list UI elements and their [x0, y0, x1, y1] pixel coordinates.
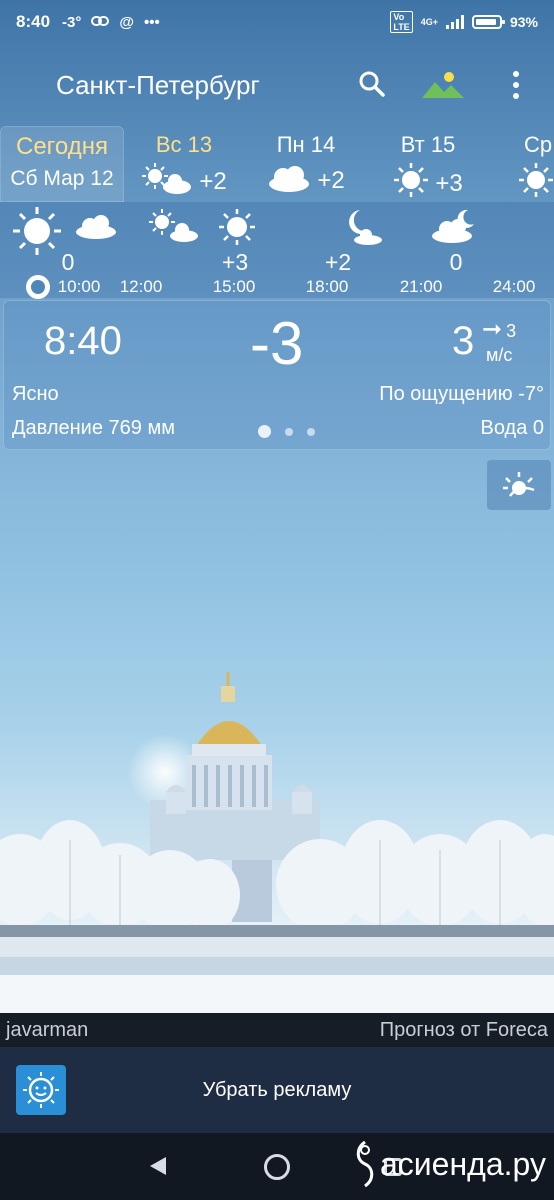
battery-level: 93%: [509, 14, 538, 30]
day-name: Пн 14: [276, 132, 336, 157]
signal-icon: [445, 15, 464, 29]
at-icon: @: [119, 13, 135, 31]
sun-icon: [218, 208, 256, 251]
status-temp: -3°: [62, 13, 82, 31]
day-name: Сегодня: [16, 133, 108, 160]
network-type: 4G+: [420, 17, 438, 27]
wind-gust: 3: [506, 321, 517, 341]
hourly-hour: 15:00: [212, 277, 256, 296]
sun-icon: [12, 206, 62, 261]
hourly-hour: 24:00: [492, 277, 536, 296]
condition-text: Ясно: [12, 383, 59, 405]
moon-cloud-icon: [430, 208, 478, 249]
volte-icon: Vo LTE: [390, 11, 413, 33]
hourly-temp: +2: [324, 249, 352, 275]
sun-cloud-icon: [148, 208, 200, 249]
day-name: Вт 15: [400, 132, 456, 157]
day-monday[interactable]: Пн 14 +2: [250, 126, 362, 202]
forecast-provider[interactable]: Прогноз от Foreca: [380, 1019, 548, 1042]
water-temp: Вода 0: [480, 417, 545, 439]
status-time: 8:40: [16, 12, 51, 31]
hourly-temp: 0: [449, 249, 463, 275]
hourly-hour: 12:00: [119, 277, 163, 296]
battery-icon: [471, 15, 505, 29]
day-wednesday[interactable]: Ср: [498, 126, 554, 202]
hourly-hour: 21:00: [399, 277, 443, 296]
remove-ads-bar[interactable]: Убрать рекламу: [0, 1047, 554, 1133]
app-bar: Санкт-Петербург: [0, 44, 554, 126]
search-icon[interactable]: [358, 70, 386, 98]
pressure: Давление 769 мм: [12, 417, 175, 439]
day-date: Сб Мар 12: [10, 167, 114, 190]
overflow-menu-icon[interactable]: [508, 68, 524, 102]
day-tuesday[interactable]: Вт 15 +3: [372, 126, 484, 202]
landscape-icon[interactable]: [422, 70, 464, 100]
sun-info-button[interactable]: [487, 460, 551, 510]
day-temp: +2: [317, 166, 345, 194]
hourly-hour: 18:00: [305, 277, 349, 296]
photo-credits-bar: javarman Прогноз от Foreca: [0, 1013, 554, 1047]
days-strip: Сегодня Сб Мар 12 Вс 13 +2 Пн 14 +2 Вт 1…: [0, 126, 554, 202]
current-time: 8:40: [44, 319, 122, 363]
current-temp: -3: [250, 310, 304, 377]
wind-unit: м/с: [486, 345, 513, 365]
home-icon[interactable]: [264, 1154, 290, 1180]
hourly-hour: 10:00: [57, 277, 101, 296]
current-time-marker: [26, 275, 50, 299]
watermark-logo-icon: [356, 1140, 374, 1188]
sun-cloud-icon: [141, 162, 193, 201]
back-icon[interactable]: [150, 1157, 166, 1175]
background-photo: [0, 640, 554, 1013]
site-watermark: асиенда.ру: [354, 1140, 546, 1188]
status-right: Vo LTE 4G+ 93%: [390, 11, 538, 33]
page-indicator: [258, 425, 315, 438]
photo-author[interactable]: javarman: [6, 1019, 88, 1042]
feels-like: По ощущению -7°: [379, 383, 544, 405]
status-bar: 8:40 -3° @ ••• Vo LTE 4G+ 93%: [0, 0, 554, 44]
wind-arrow-icon: ➞ 3: [482, 316, 517, 343]
sun-icon: [518, 162, 554, 205]
link-icon: [91, 14, 110, 31]
remove-ads-label[interactable]: Убрать рекламу: [0, 1079, 554, 1102]
watermark-text: асиенда.ру: [380, 1145, 546, 1182]
moon-cloud-icon: [340, 208, 384, 251]
hourly-temp: +3: [221, 249, 249, 275]
day-today[interactable]: Сегодня Сб Мар 12: [0, 126, 124, 202]
day-temp: +2: [199, 167, 227, 195]
sun-icon: [393, 162, 429, 205]
more-dots-icon: •••: [144, 13, 160, 31]
app-screen: 8:40 -3° @ ••• Vo LTE 4G+ 93% Санкт-Петер…: [0, 0, 554, 1013]
sunrise-icon: [503, 472, 535, 497]
day-name: Ср: [524, 132, 553, 157]
cloud-icon: [267, 162, 311, 199]
day-name: Вс 13: [155, 132, 213, 157]
hourly-forecast[interactable]: 0 +3 +2 0 10:00 12:00 15:00 18:00 21:00 …: [0, 202, 554, 299]
hourly-temp: 0: [61, 249, 75, 275]
day-sunday[interactable]: Вс 13 +2: [128, 126, 240, 202]
wind-speed: 3: [452, 319, 475, 363]
current-conditions-panel[interactable]: 8:40 -3 3 ➞ 3 м/с Ясно По ощущению -7° Да…: [3, 300, 551, 450]
day-temp: +3: [435, 169, 463, 197]
cloud-icon: [74, 210, 118, 245]
city-title[interactable]: Санкт-Петербург: [56, 70, 260, 101]
